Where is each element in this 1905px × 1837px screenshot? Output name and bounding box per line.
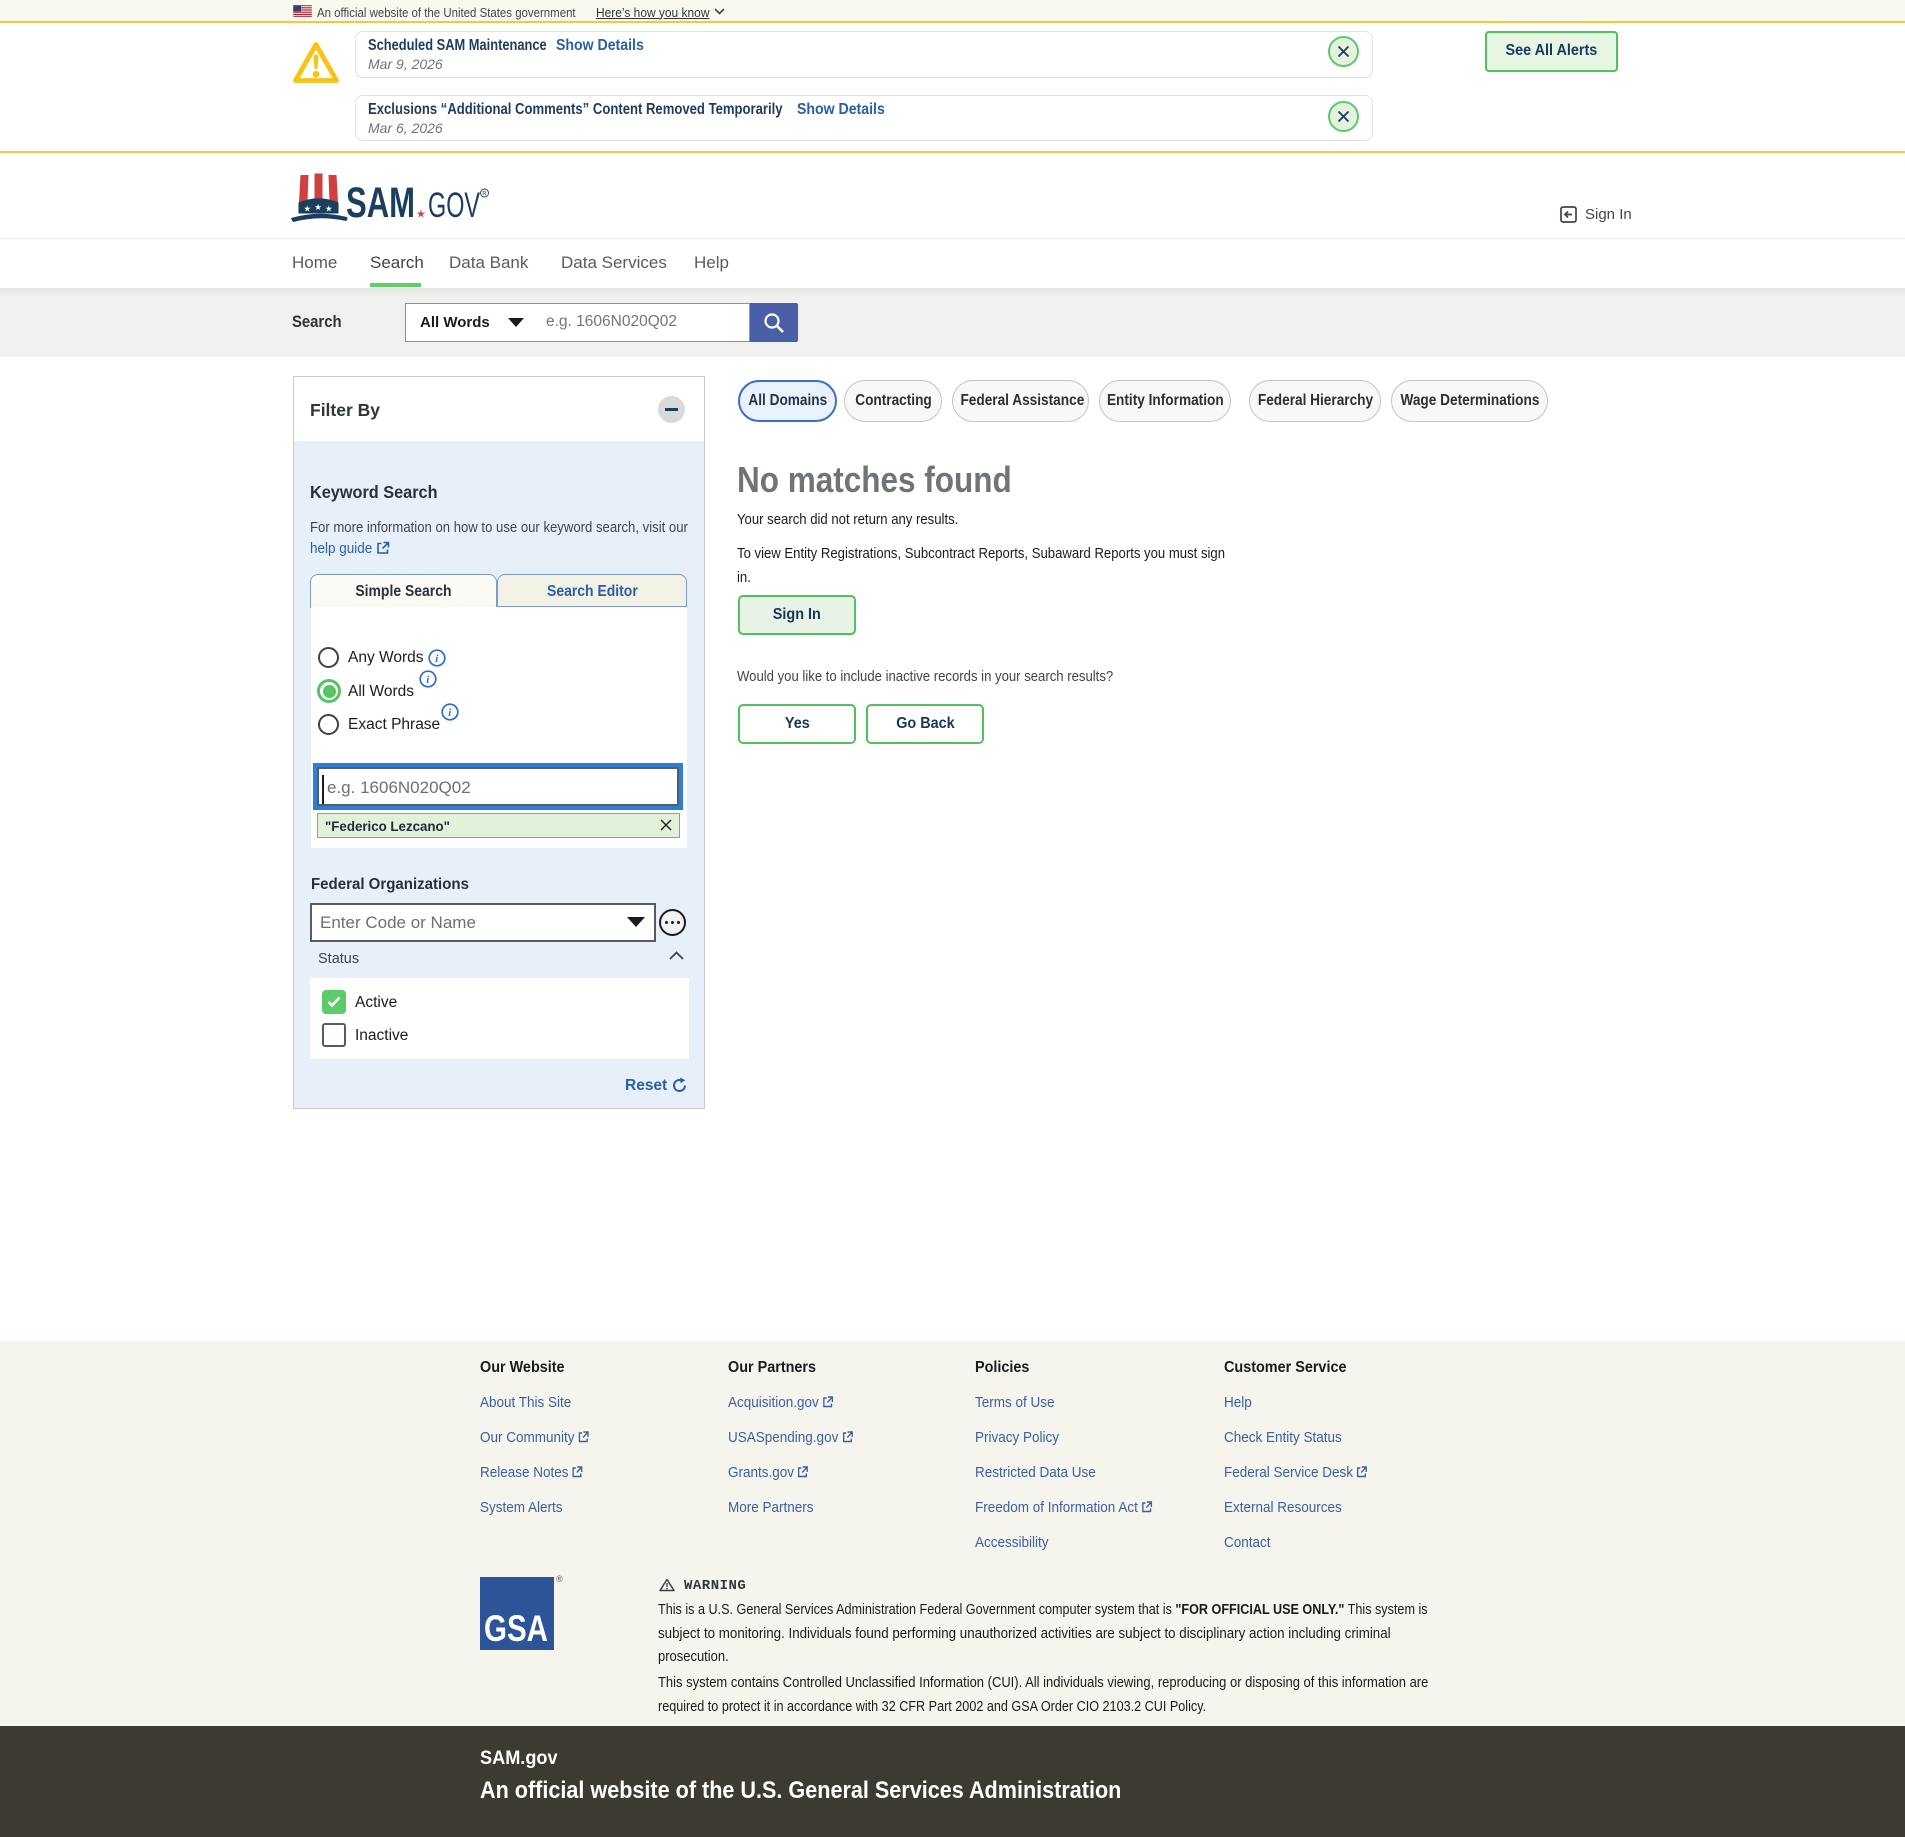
svg-text:i: i <box>448 707 452 719</box>
svg-text:★: ★ <box>325 204 333 214</box>
svg-text:R: R <box>482 192 487 198</box>
svg-text:i: i <box>426 674 430 686</box>
svg-text:i: i <box>435 653 439 665</box>
svg-text:★: ★ <box>416 209 426 221</box>
svg-text:GOV: GOV <box>428 186 480 225</box>
svg-text:★: ★ <box>304 204 312 214</box>
svg-text:★: ★ <box>314 202 322 212</box>
svg-text:SAM: SAM <box>346 179 415 225</box>
svg-text:GSA: GSA <box>484 1608 548 1649</box>
